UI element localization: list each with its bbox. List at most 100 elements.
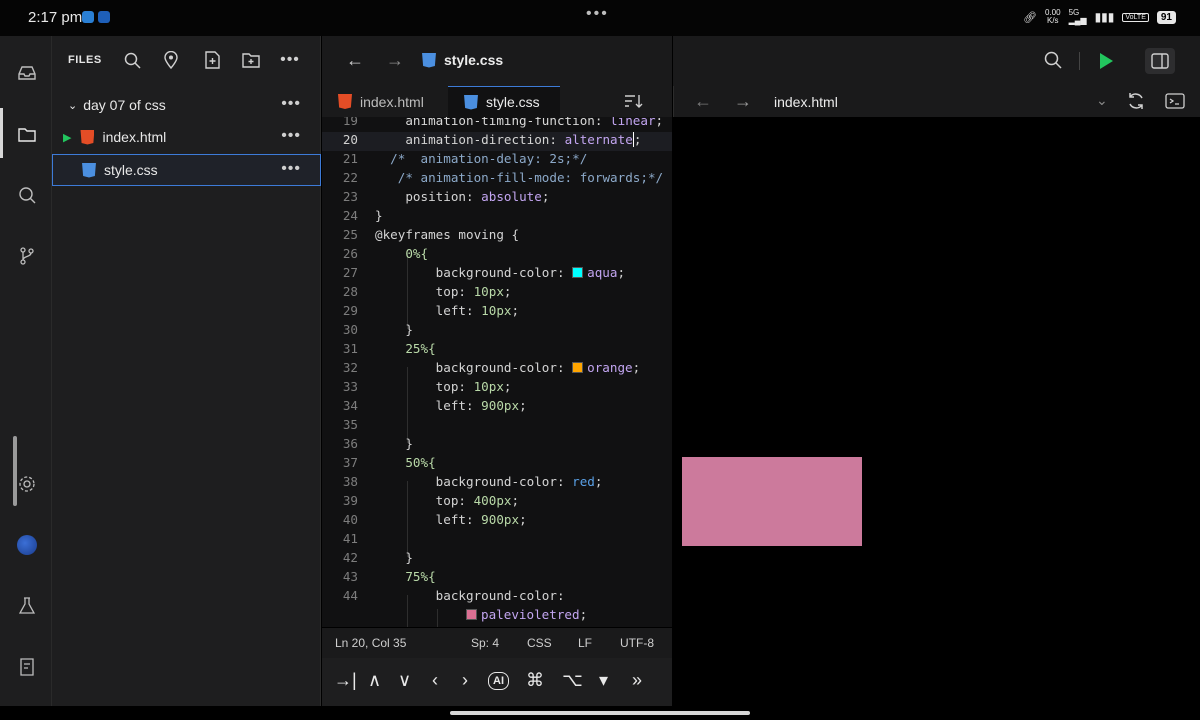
code-line: 40 left: 900px; [342, 512, 527, 527]
code-line: 22 /* animation-fill-mode: forwards;*/ [342, 170, 664, 185]
line-ending[interactable]: LF [578, 636, 592, 650]
preview-viewport[interactable] [673, 117, 1200, 706]
arrow-right-key[interactable]: › [462, 670, 468, 691]
source-control-icon[interactable] [16, 245, 38, 267]
preview-toolbar [673, 36, 1200, 86]
arrow-left-key[interactable]: ‹ [432, 670, 438, 691]
forward-arrow-icon[interactable]: → [734, 91, 752, 112]
run-play-icon[interactable] [1100, 53, 1113, 69]
css-file-icon [422, 52, 436, 68]
account-globe-icon[interactable] [16, 534, 38, 556]
code-line: 19 animation-timing-function: linear; [342, 117, 664, 128]
battery-icon: 91 [1156, 10, 1176, 24]
home-indicator[interactable] [450, 711, 750, 715]
explorer-title: FILES [68, 54, 102, 66]
back-arrow-icon[interactable]: ← [694, 91, 712, 112]
cursor-position[interactable]: Ln 20, Col 35 [335, 636, 406, 650]
current-file-title: style.css [422, 52, 503, 68]
status-time: 2:17 pm [28, 9, 83, 26]
code-line: 37 50%{ [342, 455, 436, 470]
code-line: 24 } [342, 208, 383, 223]
files-icon[interactable] [16, 123, 38, 145]
indent-setting[interactable]: Sp: 4 [471, 636, 499, 650]
console-icon[interactable] [1165, 93, 1185, 114]
tab-key[interactable]: →| [334, 670, 357, 691]
code-line: 31 25%{ [342, 341, 436, 356]
code-line: 26 0%{ [342, 246, 429, 261]
multitask-dots-icon[interactable]: ••• [586, 5, 609, 23]
toggle-panel-button[interactable] [1145, 48, 1175, 74]
folder-name: day 07 of css [83, 97, 166, 113]
code-line: 30 } [342, 322, 413, 337]
color-swatch-aqua[interactable] [572, 267, 584, 278]
dropdown-key[interactable]: ▾ [599, 670, 608, 691]
status-indicators: 🔗︎ 0.00 K/s 5G ▂▄▆ ▮▮▮ VoLTE 91 [1023, 9, 1176, 25]
more-keys[interactable]: » [632, 670, 642, 691]
code-editor[interactable]: 19 animation-timing-function: linear; 20… [322, 117, 672, 627]
editor-tabs: index.html style.css [322, 86, 672, 117]
folder-row[interactable]: ⌄ day 07 of css ••• [52, 89, 321, 121]
lab-flask-icon[interactable] [16, 595, 38, 617]
more-options-icon[interactable]: ••• [281, 95, 301, 113]
search-icon[interactable] [1044, 51, 1062, 74]
divider [1079, 52, 1080, 70]
explorer-header: FILES ••• [52, 36, 320, 84]
volte-badge: VoLTE [1122, 12, 1149, 22]
code-line: 44 background-color: [342, 588, 565, 603]
refresh-icon[interactable] [1127, 92, 1145, 115]
code-line: 21 /* animation-delay: 2s;*/ [342, 151, 588, 166]
network-speed: 0.00 K/s [1045, 8, 1061, 25]
preview-address-bar: ← → index.html ⌄ [673, 86, 1200, 117]
file-row-style-css[interactable]: style.css ••• [52, 154, 321, 186]
tab-index-html[interactable]: index.html [338, 86, 434, 117]
back-arrow-icon[interactable]: ← [346, 50, 364, 71]
activity-bar [0, 36, 52, 706]
html-file-icon [80, 129, 95, 145]
language-mode[interactable]: CSS [527, 636, 552, 650]
editor-toolbar: ← → style.css [322, 36, 672, 86]
search-icon[interactable] [16, 184, 38, 206]
signal-icon: 5G ▂▄▆ [1068, 8, 1087, 25]
settings-gear-icon[interactable] [16, 473, 38, 495]
sort-tabs-icon[interactable] [624, 93, 644, 114]
command-key[interactable]: ⌘ [526, 670, 544, 691]
code-line: 35 [342, 417, 358, 432]
activity-scrollbar[interactable] [13, 436, 17, 506]
run-file-icon[interactable]: ▶ [63, 131, 71, 144]
file-row-index-html[interactable]: ▶ index.html ••• [52, 121, 321, 153]
location-pin-icon[interactable] [161, 50, 181, 70]
arrow-down-key[interactable]: ∨ [398, 670, 411, 691]
chevron-down-icon[interactable]: ⌄ [1096, 92, 1108, 109]
encoding[interactable]: UTF-8 [620, 636, 654, 650]
code-line: 33 top: 10px; [342, 379, 512, 394]
option-key[interactable]: ⌥ [562, 670, 583, 691]
ai-key[interactable]: AI [488, 672, 509, 690]
code-line: 43 75%{ [342, 569, 436, 584]
signal-bars-icon: ▮▮▮ [1094, 10, 1115, 24]
app-notification-icon [98, 11, 110, 23]
notes-icon[interactable] [16, 656, 38, 678]
app-notification-icon [82, 11, 94, 23]
code-line-current: 20 animation-direction: alternate; [322, 132, 672, 151]
system-status-bar: 2:17 pm ••• 🔗︎ 0.00 K/s 5G ▂▄▆ ▮▮▮ VoLTE 9… [0, 0, 1200, 36]
more-options-icon[interactable]: ••• [281, 160, 301, 178]
arrow-up-key[interactable]: ∧ [368, 670, 381, 691]
code-line: 34 left: 900px; [342, 398, 527, 413]
code-line-wrapped: palevioletred; [322, 607, 672, 626]
code-line: 23 position: absolute; [342, 189, 550, 204]
preview-url[interactable]: index.html [774, 94, 838, 110]
chevron-down-icon[interactable]: ⌄ [68, 99, 77, 112]
forward-arrow-icon[interactable]: → [386, 50, 404, 71]
html-file-icon [338, 94, 352, 109]
color-swatch-orange[interactable] [572, 362, 584, 373]
color-swatch-palevioletred[interactable] [466, 609, 477, 620]
more-options-icon[interactable]: ••• [281, 127, 301, 145]
tab-style-css[interactable]: style.css [448, 86, 560, 117]
code-line: 36 } [342, 436, 413, 451]
inbox-icon[interactable] [16, 62, 38, 84]
new-file-icon[interactable] [202, 50, 222, 70]
search-icon[interactable] [122, 50, 142, 70]
code-line: 42 } [342, 550, 413, 565]
new-folder-icon[interactable] [241, 50, 261, 70]
more-options-icon[interactable]: ••• [280, 50, 300, 70]
